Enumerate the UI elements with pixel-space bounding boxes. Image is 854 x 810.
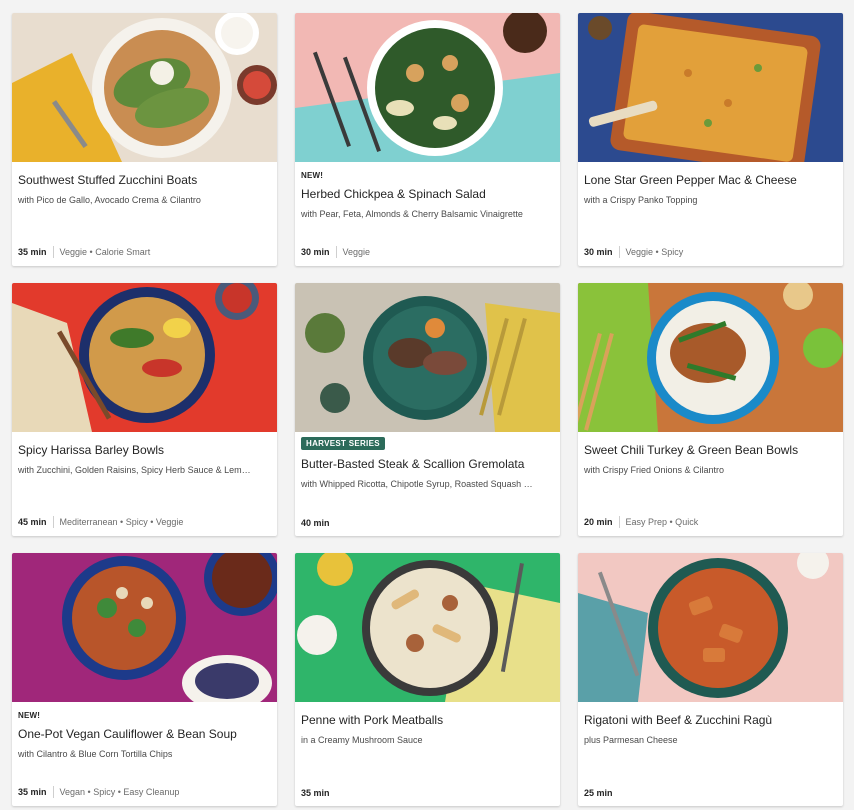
new-badge: NEW! [18,711,41,720]
meta-divider [618,246,620,258]
recipe-title[interactable]: Southwest Stuffed Zucchini Boats [18,173,269,187]
recipe-tags: Veggie [342,247,371,257]
recipe-meta: 30 min Veggie • Spicy [584,246,683,258]
food-photo-icon [12,283,277,432]
recipe-image[interactable] [12,553,277,702]
recipe-subtitle: in a Creamy Mushroom Sauce [301,735,423,745]
recipe-subtitle: with Pico de Gallo, Avocado Crema & Cila… [18,195,201,205]
cook-time: 40 min [301,518,330,528]
recipe-card-rigatoni-ragu[interactable]: Rigatoni with Beef & Zucchini Ragù plus … [578,553,843,806]
recipe-meta: 45 min Mediterranean • Spicy • Veggie [18,516,183,528]
recipe-meta: 35 min Vegan • Spicy • Easy Cleanup [18,786,179,798]
cook-time: 35 min [18,247,47,257]
recipe-meta: 30 min Veggie [301,246,370,258]
recipe-title[interactable]: One-Pot Vegan Cauliflower & Bean Soup [18,727,269,741]
meta-divider [618,516,620,528]
new-badge: NEW! [301,171,324,180]
recipe-card-penne-meatballs[interactable]: Penne with Pork Meatballs in a Creamy Mu… [295,553,560,806]
recipe-image[interactable] [295,553,560,702]
recipe-image[interactable] [578,13,843,162]
recipe-title[interactable]: Lone Star Green Pepper Mac & Cheese [584,173,835,187]
meta-divider [52,786,54,798]
recipe-meta: 35 min [301,788,330,798]
recipe-image[interactable] [12,283,277,432]
series-badge: HARVEST SERIES [301,437,385,450]
cook-time: 35 min [18,787,47,797]
food-photo-icon [295,283,560,432]
recipe-tags: Veggie • Spicy [625,247,684,257]
recipe-title[interactable]: Herbed Chickpea & Spinach Salad [301,187,552,201]
meta-divider [335,246,337,258]
recipe-image[interactable] [12,13,277,162]
recipe-subtitle: with Cilantro & Blue Corn Tortilla Chips [18,749,173,759]
meta-divider [52,516,54,528]
recipe-subtitle: plus Parmesan Cheese [584,735,678,745]
cook-time: 30 min [584,247,613,257]
recipe-tags: Easy Prep • Quick [625,517,699,527]
food-photo-icon [12,553,277,702]
recipe-card-sweet-chili-turkey[interactable]: Sweet Chili Turkey & Green Bean Bowls wi… [578,283,843,536]
recipe-subtitle: with Whipped Ricotta, Chipotle Syrup, Ro… [301,479,533,489]
recipe-subtitle: with Crispy Fried Onions & Cilantro [584,465,725,475]
recipe-subtitle: with Pear, Feta, Almonds & Cherry Balsam… [301,209,523,219]
recipe-image[interactable] [578,283,843,432]
meta-divider [52,246,54,258]
recipe-meta: 25 min [584,788,613,798]
recipe-card-chickpea-salad[interactable]: NEW! Herbed Chickpea & Spinach Salad wit… [295,13,560,266]
recipe-card-harissa-barley[interactable]: Spicy Harissa Barley Bowls with Zucchini… [12,283,277,536]
recipe-card-vegan-soup[interactable]: NEW! One-Pot Vegan Cauliflower & Bean So… [12,553,277,806]
recipe-tags: Vegan • Spicy • Easy Cleanup [59,787,180,797]
food-photo-icon [295,553,560,702]
recipe-grid: Southwest Stuffed Zucchini Boats with Pi… [0,0,854,810]
food-photo-icon [295,13,560,162]
recipe-meta: 20 min Easy Prep • Quick [584,516,698,528]
recipe-image[interactable] [295,283,560,432]
cook-time: 30 min [301,247,330,257]
cook-time: 35 min [301,788,330,798]
recipe-tags: Mediterranean • Spicy • Veggie [59,517,184,527]
recipe-card-zucchini-boats[interactable]: Southwest Stuffed Zucchini Boats with Pi… [12,13,277,266]
cook-time: 20 min [584,517,613,527]
food-photo-icon [578,283,843,432]
food-photo-icon [578,553,843,702]
food-photo-icon [12,13,277,162]
recipe-title[interactable]: Spicy Harissa Barley Bowls [18,443,269,457]
recipe-card-butter-steak[interactable]: HARVEST SERIES Butter-Basted Steak & Sca… [295,283,560,536]
recipe-title[interactable]: Butter-Basted Steak & Scallion Gremolata [301,457,552,471]
recipe-tags: Veggie • Calorie Smart [59,247,151,257]
recipe-meta: 40 min [301,518,330,528]
recipe-subtitle: with Zucchini, Golden Raisins, Spicy Her… [18,465,251,475]
recipe-image[interactable] [295,13,560,162]
recipe-image[interactable] [578,553,843,702]
recipe-title[interactable]: Rigatoni with Beef & Zucchini Ragù [584,713,835,727]
recipe-card-mac-cheese[interactable]: Lone Star Green Pepper Mac & Cheese with… [578,13,843,266]
food-photo-icon [578,13,843,162]
recipe-meta: 35 min Veggie • Calorie Smart [18,246,150,258]
cook-time: 45 min [18,517,47,527]
recipe-subtitle: with a Crispy Panko Topping [584,195,698,205]
cook-time: 25 min [584,788,613,798]
recipe-title[interactable]: Sweet Chili Turkey & Green Bean Bowls [584,443,835,457]
recipe-title[interactable]: Penne with Pork Meatballs [301,713,552,727]
